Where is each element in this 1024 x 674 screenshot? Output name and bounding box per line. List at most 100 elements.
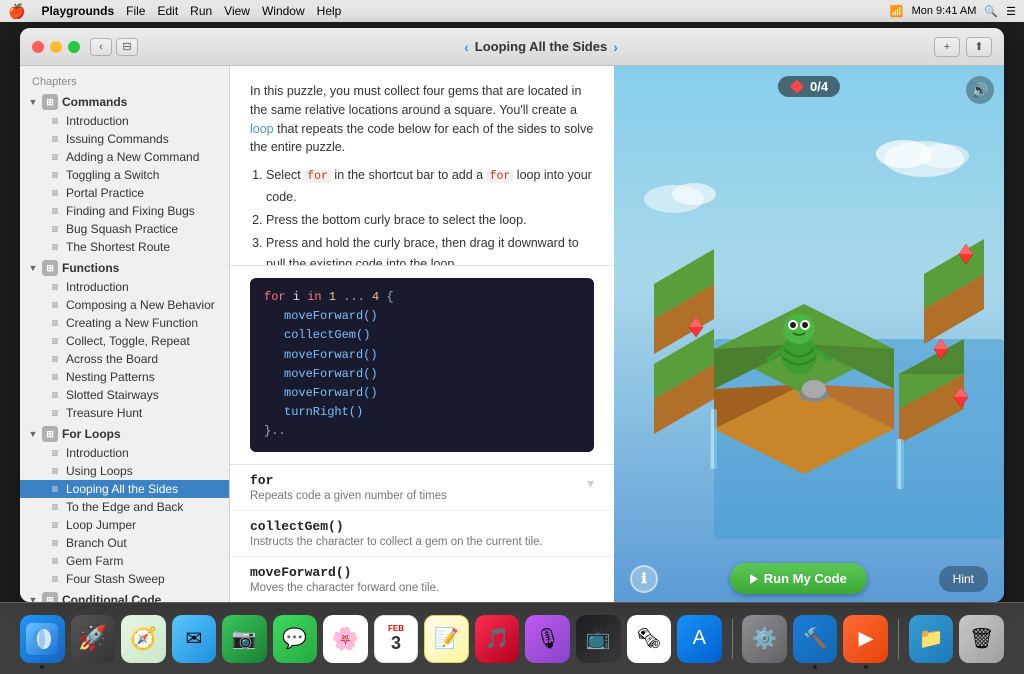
dock-launchpad[interactable]: 🚀: [71, 615, 116, 663]
triangle-conditional: ▼: [28, 595, 38, 602]
maximize-button[interactable]: [68, 41, 80, 53]
hint-button[interactable]: Hint: [939, 566, 988, 592]
item-finding-bugs[interactable]: Finding and Fixing Bugs: [20, 202, 229, 220]
share-button[interactable]: ⬆: [966, 37, 992, 57]
dock-facetime[interactable]: 📷: [222, 615, 267, 663]
item-using-loops[interactable]: Using Loops: [20, 462, 229, 480]
close-button[interactable]: [32, 41, 44, 53]
section-functions-header[interactable]: ▼ ⊞ Functions: [20, 258, 229, 278]
dock-swift[interactable]: ▶: [843, 615, 888, 663]
item-icon: [48, 116, 62, 126]
center-panel: In this puzzle, you must collect four ge…: [230, 66, 614, 602]
item-nesting[interactable]: Nesting Patterns: [20, 368, 229, 386]
item-icon: [48, 466, 62, 476]
menubar-left: 🍎 Playgrounds File Edit Run View Window …: [8, 3, 878, 20]
apple-menu[interactable]: 🍎: [8, 3, 25, 20]
menu-view[interactable]: View: [224, 4, 250, 18]
notes-icon: 📝: [434, 626, 459, 651]
dock-separator: [732, 619, 733, 659]
dock-appstore[interactable]: A: [677, 615, 722, 663]
forloops-label: For Loops: [62, 427, 121, 441]
item-issuing-commands[interactable]: Issuing Commands: [20, 130, 229, 148]
dock-photos[interactable]: 🌸: [323, 615, 368, 663]
ref-for[interactable]: for Repeats code a given number of times…: [230, 465, 614, 511]
info-button[interactable]: ℹ: [630, 565, 658, 593]
item-introduction-3[interactable]: Introduction: [20, 444, 229, 462]
dock-notes[interactable]: 📝: [424, 615, 469, 663]
xcode-dot: [813, 665, 817, 669]
dock-news[interactable]: 🗞: [627, 615, 672, 663]
search-icon[interactable]: 🔍: [984, 5, 998, 18]
menu-run[interactable]: Run: [190, 4, 212, 18]
item-portal-practice[interactable]: Portal Practice: [20, 184, 229, 202]
menu-help[interactable]: Help: [317, 4, 342, 18]
item-toggling-switch[interactable]: Toggling a Switch: [20, 166, 229, 184]
conditional-icon: ⊞: [42, 592, 58, 602]
wifi-icon: 📶: [890, 5, 904, 18]
item-stash-sweep[interactable]: Four Stash Sweep: [20, 570, 229, 588]
cal-month: FEB: [388, 624, 404, 633]
back-button[interactable]: ‹: [90, 38, 112, 56]
item-edge-back[interactable]: To the Edge and Back: [20, 498, 229, 516]
section-forloops-header[interactable]: ▼ ⊞ For Loops: [20, 424, 229, 444]
run-button[interactable]: Run My Code: [730, 563, 867, 594]
item-bug-squash[interactable]: Bug Squash Practice: [20, 220, 229, 238]
item-creating-function[interactable]: Creating a New Function: [20, 314, 229, 332]
dock-safari[interactable]: 🧭: [121, 615, 166, 663]
dock-files[interactable]: 📁: [909, 615, 954, 663]
menu-window[interactable]: Window: [262, 4, 305, 18]
code-editor[interactable]: for i in 1 ... 4 { moveForward() collect…: [250, 278, 594, 452]
commands-icon: ⊞: [42, 94, 58, 110]
add-button[interactable]: +: [934, 37, 960, 57]
dock-finder[interactable]: [20, 615, 65, 663]
item-introduction-1[interactable]: Introduction: [20, 112, 229, 130]
item-icon: [48, 152, 62, 162]
messages-icon: 💬: [282, 626, 307, 651]
functions-icon: ⊞: [42, 260, 58, 276]
dock-tv[interactable]: 📺: [576, 615, 621, 663]
titlebar-nav: ‹ ⊟: [90, 38, 138, 56]
sidebar-toggle[interactable]: ⊟: [116, 38, 138, 56]
item-collect-toggle[interactable]: Collect, Toggle, Repeat: [20, 332, 229, 350]
launchpad-icon: 🚀: [78, 624, 108, 653]
dock-sysprefs[interactable]: ⚙️: [742, 615, 787, 663]
next-lesson-arrow[interactable]: ›: [613, 39, 618, 55]
item-across-board[interactable]: Across the Board: [20, 350, 229, 368]
item-treasure[interactable]: Treasure Hunt: [20, 404, 229, 422]
gems-count: 0/4: [810, 79, 828, 94]
dock-messages[interactable]: 💬: [273, 615, 318, 663]
item-introduction-2[interactable]: Introduction: [20, 278, 229, 296]
sound-button[interactable]: 🔊: [966, 76, 994, 104]
steps-list: Select for in the shortcut bar to add a …: [250, 165, 594, 266]
item-loop-jumper[interactable]: Loop Jumper: [20, 516, 229, 534]
dock-podcasts[interactable]: 🎙: [525, 615, 570, 663]
ref-collectgem: collectGem() Instructs the character to …: [230, 511, 614, 557]
item-icon: [48, 242, 62, 252]
item-shortest-route[interactable]: The Shortest Route: [20, 238, 229, 256]
cal-day: 3: [391, 633, 401, 654]
item-slotted[interactable]: Slotted Stairways: [20, 386, 229, 404]
minimize-button[interactable]: [50, 41, 62, 53]
dock-music[interactable]: 🎵: [475, 615, 520, 663]
item-branch-out[interactable]: Branch Out: [20, 534, 229, 552]
section-commands-header[interactable]: ▼ ⊞ Commands: [20, 92, 229, 112]
item-icon: [48, 574, 62, 584]
item-adding-command[interactable]: Adding a New Command: [20, 148, 229, 166]
item-gem-farm[interactable]: Gem Farm: [20, 552, 229, 570]
dock-trash[interactable]: 🗑: [959, 615, 1004, 663]
section-conditional-header[interactable]: ▼ ⊞ Conditional Code: [20, 590, 229, 602]
menu-edit[interactable]: Edit: [157, 4, 178, 18]
loop-link[interactable]: loop: [250, 122, 274, 136]
prev-lesson-arrow[interactable]: ‹: [464, 39, 469, 55]
dock-mail[interactable]: ✉: [172, 615, 217, 663]
item-composing[interactable]: Composing a New Behavior: [20, 296, 229, 314]
item-icon: [48, 408, 62, 418]
dock-calendar[interactable]: FEB 3: [374, 615, 419, 663]
dock-xcode[interactable]: 🔨: [793, 615, 838, 663]
item-looping-all-sides[interactable]: Looping All the Sides: [20, 480, 229, 498]
control-icon[interactable]: ☰: [1006, 5, 1016, 18]
menu-file[interactable]: File: [126, 4, 145, 18]
menu-playgrounds[interactable]: Playgrounds: [41, 4, 114, 18]
gem-icon: [790, 80, 804, 94]
section-functions: ▼ ⊞ Functions Introduction Composing a N…: [20, 258, 229, 422]
